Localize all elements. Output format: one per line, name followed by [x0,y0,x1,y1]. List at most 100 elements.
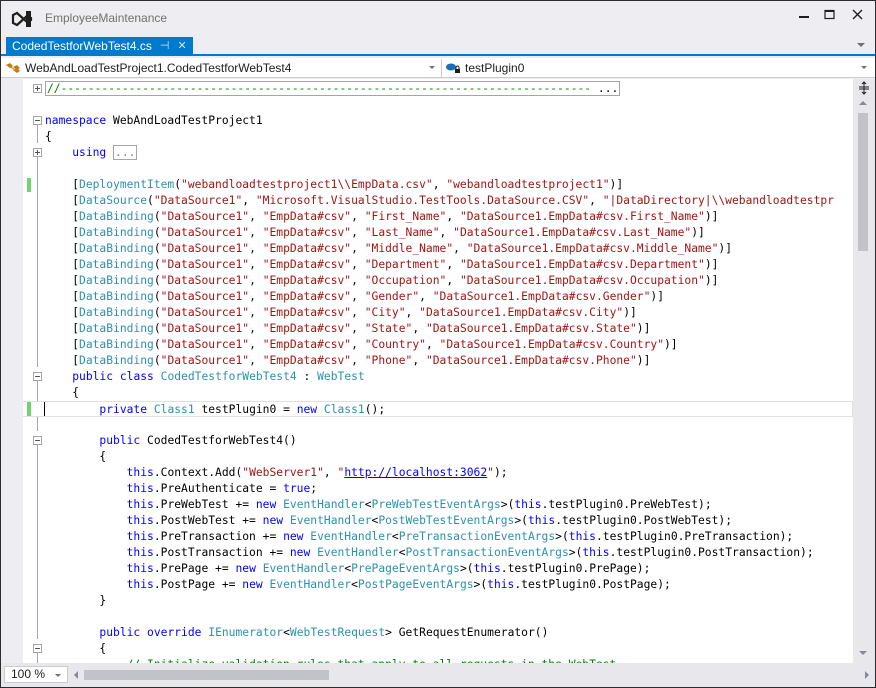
code-line[interactable]: this.PreTransaction += new EventHandler<… [23,529,853,545]
code-line[interactable]: { [23,129,853,145]
code-line-text: { [45,130,52,143]
type-dropdown[interactable]: WebAndLoadTestProject1.CodedTestforWebTe… [5,59,439,77]
code-line[interactable]: [DeploymentItem("webandloadtestproject1\… [23,177,853,193]
scroll-left-icon[interactable] [74,671,78,679]
code-line[interactable]: { [23,641,853,657]
chevron-down-icon [55,674,61,677]
code-line[interactable]: this.PrePage += new EventHandler<PrePage… [23,561,853,577]
code-line[interactable]: this.PostTransaction += new EventHandler… [23,545,853,561]
scroll-down-icon[interactable] [859,651,867,655]
code-line[interactable]: namespace WebAndLoadTestProject1 [23,113,853,129]
pin-icon[interactable]: ⊣ [160,37,170,56]
code-line[interactable]: { [23,449,853,465]
split-window-icon[interactable] [857,81,871,95]
maximize-button[interactable] [819,7,841,23]
collapse-region-icon[interactable] [33,644,42,653]
scroll-right-icon[interactable] [865,671,869,679]
code-line[interactable] [23,97,853,113]
editor-bottom-bar: 100 % [1,663,875,687]
private-field-icon [446,63,460,73]
code-line[interactable]: [DataBinding("DataSource1", "EmpData#csv… [23,353,853,369]
code-line[interactable]: private Class1 testPlugin0 = new Class1(… [23,401,853,417]
tab-label: CodedTestforWebTest4.cs [12,39,152,53]
code-editor[interactable]: //--------------------------------------… [1,79,875,663]
code-line[interactable]: public CodedTestforWebTest4() [23,433,853,449]
vertical-scroll-thumb[interactable] [858,113,868,251]
code-line[interactable] [23,609,853,625]
code-line[interactable]: [DataSource("DataSource1", "Microsoft.Vi… [23,193,853,209]
expand-region-icon[interactable] [33,84,42,93]
collapse-region-icon[interactable] [33,116,42,125]
code-line-text: this.Context.Add("WebServer1", "http://l… [126,466,508,479]
code-line-text: this.PostTransaction += new EventHandler… [126,546,814,559]
code-line[interactable]: } [23,593,853,609]
close-icon[interactable]: ✕ [177,37,186,56]
close-window-button[interactable] [847,7,869,23]
collapsed-region[interactable]: //--------------------------------------… [45,81,621,96]
scroll-up-icon[interactable] [859,101,867,105]
code-line-text: [DataBinding("DataSource1", "EmpData#csv… [45,274,719,287]
code-line-text: public class CodedTestforWebTest4 : WebT… [72,370,365,383]
code-line[interactable]: [DataBinding("DataSource1", "EmpData#csv… [23,241,853,257]
collapsed-region[interactable]: ... [113,145,138,160]
code-line-text: private Class1 testPlugin0 = new Class1(… [99,403,386,416]
code-line-text: [DataBinding("DataSource1", "EmpData#csv… [45,210,719,223]
code-line-text: } [45,594,107,607]
window-title: EmployeeMaintenance [45,11,168,25]
code-line[interactable]: [DataBinding("DataSource1", "EmpData#csv… [23,337,853,353]
code-line[interactable]: [DataBinding("DataSource1", "EmpData#csv… [23,273,853,289]
code-line[interactable]: [DataBinding("DataSource1", "EmpData#csv… [23,225,853,241]
code-line[interactable]: [DataBinding("DataSource1", "EmpData#csv… [23,289,853,305]
code-line-text: { [45,386,80,399]
code-line[interactable]: public override IEnumerator<WebTestReque… [23,625,853,641]
navigation-bar: WebAndLoadTestProject1.CodedTestforWebTe… [1,58,875,78]
code-line[interactable] [23,161,853,177]
expand-region-icon[interactable] [33,148,42,157]
horizontal-scroll-thumb[interactable] [84,670,329,680]
horizontal-scrollbar[interactable] [71,666,869,683]
code-line-text: { [45,450,107,463]
code-line-text: [DataBinding("DataSource1", "EmpData#csv… [45,258,719,271]
code-line[interactable]: [DataBinding("DataSource1", "EmpData#csv… [23,321,853,337]
code-line-text: [DataBinding("DataSource1", "EmpData#csv… [45,354,651,367]
vertical-scrollbar[interactable] [853,79,875,663]
code-line[interactable]: using ... [23,145,853,161]
code-line-text: [DataBinding("DataSource1", "EmpData#csv… [45,290,665,303]
code-line[interactable]: this.Context.Add("WebServer1", "http://l… [23,465,853,481]
code-line[interactable]: { [23,385,853,401]
class-icon [6,63,20,73]
code-line[interactable]: //--------------------------------------… [23,81,853,97]
code-line-text: [DataBinding("DataSource1", "EmpData#csv… [45,322,651,335]
document-tab-strip: CodedTestforWebTest4.cs ⊣ ✕ [1,37,875,56]
tab-coded-test-file[interactable]: CodedTestforWebTest4.cs ⊣ ✕ [6,37,193,56]
code-line[interactable]: [DataBinding("DataSource1", "EmpData#csv… [23,209,853,225]
code-line[interactable] [23,417,853,433]
code-line-text: [DataSource("DataSource1", "Microsoft.Vi… [45,194,834,207]
code-line-text: [DataBinding("DataSource1", "EmpData#csv… [45,306,637,319]
collapse-region-icon[interactable] [33,372,42,381]
code-line[interactable]: [DataBinding("DataSource1", "EmpData#csv… [23,305,853,321]
code-line[interactable]: this.PostWebTest += new EventHandler<Pos… [23,513,853,529]
collapse-region-icon[interactable] [33,436,42,445]
code-line[interactable]: this.PreAuthenticate = true; [23,481,853,497]
code-line[interactable]: this.PreWebTest += new EventHandler<PreW… [23,497,853,513]
zoom-level-dropdown[interactable]: 100 % [4,666,68,683]
url-link[interactable]: http://localhost:3062 [344,466,487,479]
change-tracking-marker [27,178,31,192]
code-line-text: [DataBinding("DataSource1", "EmpData#csv… [45,242,733,255]
chevron-down-icon [861,66,867,69]
ide-window: EmployeeMaintenance CodedTestforWebTest4… [0,0,876,688]
minimize-button[interactable] [793,7,815,23]
title-bar: EmployeeMaintenance [1,1,875,37]
code-line-text: this.PostPage += new EventHandler<PostPa… [126,578,671,591]
code-area[interactable]: //--------------------------------------… [23,79,853,663]
change-tracking-marker [27,402,31,416]
code-line[interactable]: public class CodedTestforWebTest4 : WebT… [23,369,853,385]
code-line-text: [DataBinding("DataSource1", "EmpData#csv… [45,226,705,239]
code-line-text: this.PreTransaction += new EventHandler<… [126,530,794,543]
code-line[interactable]: [DataBinding("DataSource1", "EmpData#csv… [23,257,853,273]
tab-overflow-dropdown-icon[interactable] [857,43,865,47]
member-dropdown[interactable]: testPlugin0 [441,59,871,77]
code-line-text: this.PrePage += new EventHandler<PrePage… [126,562,651,575]
code-line[interactable]: this.PostPage += new EventHandler<PostPa… [23,577,853,593]
